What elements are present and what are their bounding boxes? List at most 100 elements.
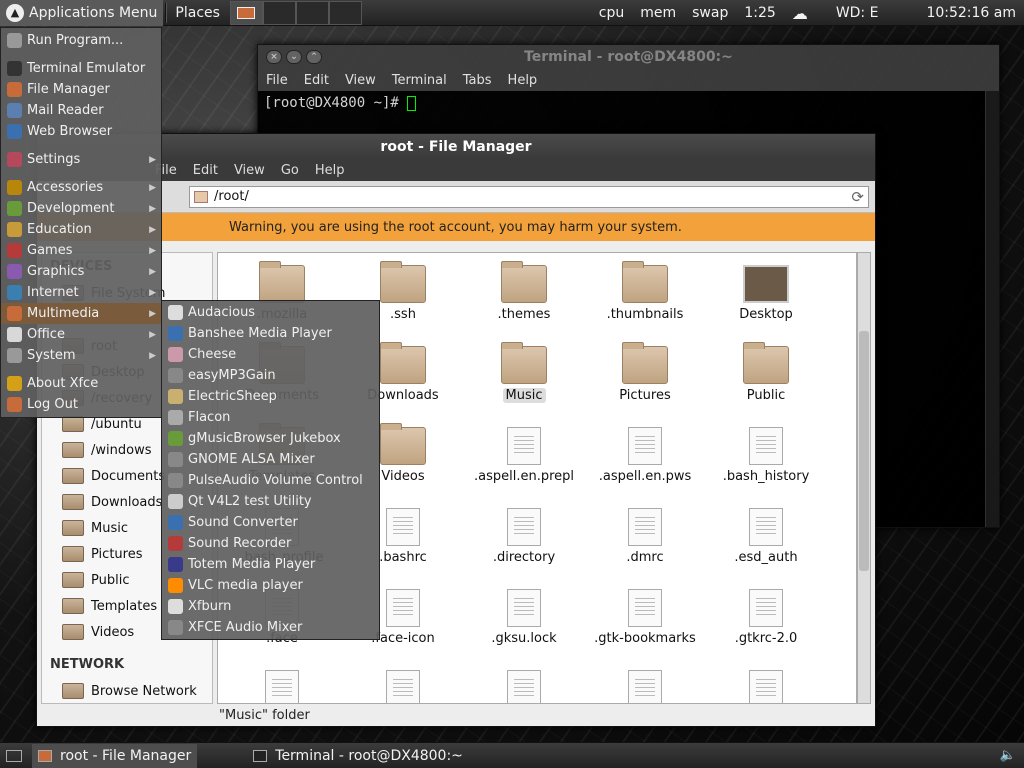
menu-item-xfce-audio-mixer[interactable]: XFCE Audio Mixer [162, 617, 379, 638]
places-button[interactable]: Places [169, 0, 226, 26]
file-item[interactable]: .aspell.en.prepl [464, 415, 584, 495]
terminal-menu-tabs[interactable]: Tabs [455, 73, 500, 88]
menu-item-sound-recorder[interactable]: Sound Recorder [162, 533, 379, 554]
volume-icon[interactable]: 🔈 [1000, 748, 1016, 763]
file-item[interactable]: .esd_auth [706, 496, 826, 576]
terminal-output[interactable]: [root@DX4800 ~]# [258, 91, 999, 115]
location-bar[interactable]: /root/ ⟳ [189, 185, 869, 208]
menu-item-system[interactable]: System ▶ [1, 345, 161, 366]
menu-item-log-out[interactable]: Log Out [1, 394, 161, 415]
show-desktop-icon[interactable] [6, 749, 22, 762]
menu-item-accessories[interactable]: Accessories ▶ [1, 177, 161, 198]
scrollbar-thumb[interactable] [859, 331, 869, 571]
menu-item-qt-v4l2-test-utility[interactable]: Qt V4L2 test Utility [162, 491, 379, 512]
terminal-menu-view[interactable]: View [337, 73, 384, 88]
fm-menu-edit[interactable]: Edit [185, 163, 226, 178]
fm-menu-go[interactable]: Go [273, 163, 307, 178]
menu-item-graphics[interactable]: Graphics ▶ [1, 261, 161, 282]
menu-item-mail-reader[interactable]: Mail Reader [1, 100, 161, 121]
file-item[interactable] [464, 658, 584, 703]
file-item[interactable] [343, 658, 463, 703]
file-item[interactable]: Public [706, 334, 826, 414]
menu-item-about-xfce[interactable]: About Xfce [1, 373, 161, 394]
menu-item-easymp3gain[interactable]: easyMP3Gain [162, 365, 379, 386]
menu-item-games[interactable]: Games ▶ [1, 240, 161, 261]
menu-item-xfburn[interactable]: Xfburn [162, 596, 379, 617]
menu-item-multimedia[interactable]: Multimedia ▶ [1, 303, 161, 324]
file-item[interactable]: .gtk-bookmarks [585, 577, 705, 657]
menu-item-settings[interactable]: Settings ▶ [1, 149, 161, 170]
file-manager-titlebar[interactable]: root - File Manager [37, 134, 875, 159]
file-item[interactable]: .themes [464, 253, 584, 333]
task-file-manager-label: root - File Manager [60, 747, 192, 764]
menu-item-education[interactable]: Education ▶ [1, 219, 161, 240]
file-item[interactable] [222, 658, 342, 703]
recorder-icon [168, 536, 183, 551]
menu-item-vlc-media-player[interactable]: VLC media player [162, 575, 379, 596]
menu-item-web-browser[interactable]: Web Browser [1, 121, 161, 142]
menu-item-audacious[interactable]: Audacious [162, 302, 379, 323]
terminal-menu-terminal[interactable]: Terminal [384, 73, 455, 88]
menu-item-gmusicbrowser-jukebox[interactable]: gMusicBrowser Jukebox [162, 428, 379, 449]
side-item-browse-network[interactable]: Browse Network [42, 678, 212, 704]
applications-menu-button[interactable]: ▲ Applications Menu [0, 0, 164, 26]
small-clock[interactable]: 1:25 [736, 5, 783, 21]
file-item[interactable]: .bash_history [706, 415, 826, 495]
side-item-label: Downloads [91, 494, 163, 510]
workspace-1[interactable] [229, 0, 263, 25]
terminal-menu-file[interactable]: File [258, 73, 296, 88]
folder-icon [743, 342, 789, 384]
file-item[interactable]: .gtkrc-2.0 [706, 577, 826, 657]
mem-monitor[interactable]: mem [632, 5, 684, 21]
fm-menu-help[interactable]: Help [307, 163, 353, 178]
swap-monitor[interactable]: swap [684, 5, 736, 21]
weather-cloud-icon[interactable]: ☁ [784, 4, 816, 23]
file-item[interactable] [585, 658, 705, 703]
file-item[interactable]: Desktop [706, 253, 826, 333]
workspace-3[interactable] [295, 0, 329, 25]
menu-item-file-manager[interactable]: File Manager [1, 79, 161, 100]
menu-item-cheese[interactable]: Cheese [162, 344, 379, 365]
reload-icon[interactable]: ⟳ [851, 188, 864, 206]
terminal-titlebar[interactable]: × ⌄ ⌃ Terminal - root@DX4800:~ [258, 45, 999, 69]
clock[interactable]: 10:52:16 am [886, 5, 1024, 21]
menu-item-flacon[interactable]: Flacon [162, 407, 379, 428]
close-icon[interactable]: × [266, 50, 282, 64]
maximize-icon[interactable]: ⌃ [306, 50, 322, 64]
workspace-switcher[interactable] [229, 0, 362, 25]
menu-item-electricsheep[interactable]: ElectricSheep [162, 386, 379, 407]
text-file-icon [507, 670, 541, 703]
minimize-icon[interactable]: ⌄ [286, 50, 302, 64]
menu-item-pulseaudio-volume-control[interactable]: PulseAudio Volume Control [162, 470, 379, 491]
weather-wind[interactable]: WD: E [816, 5, 887, 21]
task-file-manager[interactable]: root - File Manager [32, 743, 198, 768]
workspace-2[interactable] [262, 0, 296, 25]
file-item-label: .gtk-bookmarks [594, 631, 696, 646]
terminal-scrollbar[interactable] [985, 91, 999, 527]
menu-item-gnome-alsa-mixer[interactable]: GNOME ALSA Mixer [162, 449, 379, 470]
file-item[interactable]: .dmrc [585, 496, 705, 576]
terminal-menu-help[interactable]: Help [500, 73, 546, 88]
file-item[interactable]: .directory [464, 496, 584, 576]
menu-item-internet[interactable]: Internet ▶ [1, 282, 161, 303]
file-item[interactable]: Pictures [585, 334, 705, 414]
chevron-right-icon: ▶ [149, 245, 156, 256]
menu-item-office[interactable]: Office ▶ [1, 324, 161, 345]
menu-item-totem-media-player[interactable]: Totem Media Player [162, 554, 379, 575]
file-item[interactable] [706, 658, 826, 703]
file-item[interactable]: .aspell.en.pws [585, 415, 705, 495]
workspace-4[interactable] [328, 0, 362, 25]
file-item[interactable]: .gksu.lock [464, 577, 584, 657]
cpu-monitor[interactable]: cpu [591, 5, 632, 21]
file-item[interactable]: Music [464, 334, 584, 414]
menu-item-run-program[interactable]: Run Program... [1, 30, 161, 51]
file-view-scrollbar[interactable] [857, 252, 871, 704]
task-terminal[interactable]: Terminal - root@DX4800:~ [247, 744, 469, 768]
menu-item-terminal-emulator[interactable]: Terminal Emulator [1, 58, 161, 79]
menu-item-sound-converter[interactable]: Sound Converter [162, 512, 379, 533]
file-item[interactable]: .thumbnails [585, 253, 705, 333]
fm-menu-view[interactable]: View [226, 163, 273, 178]
menu-item-development[interactable]: Development ▶ [1, 198, 161, 219]
terminal-menu-edit[interactable]: Edit [296, 73, 337, 88]
menu-item-banshee-media-player[interactable]: Banshee Media Player [162, 323, 379, 344]
